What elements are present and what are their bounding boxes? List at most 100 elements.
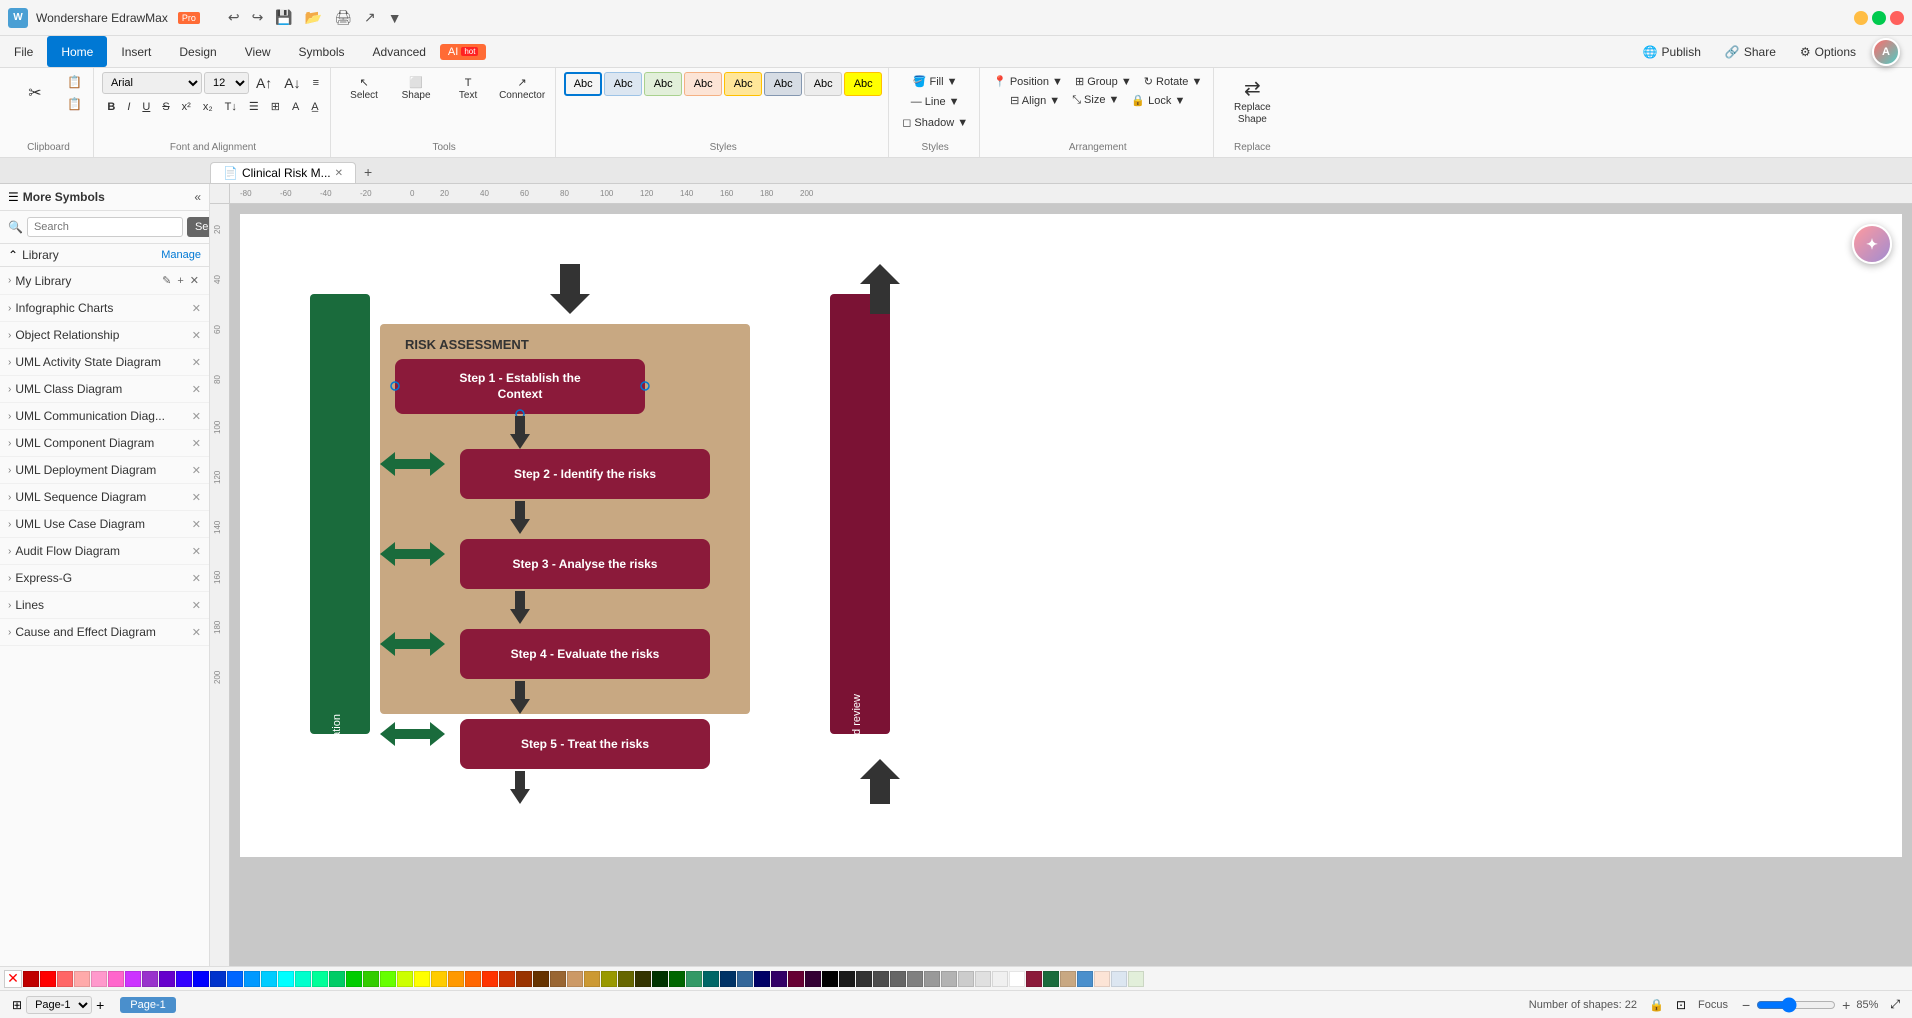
color-swatch[interactable]: [1077, 971, 1093, 987]
text-format-button[interactable]: T↓: [220, 98, 242, 116]
color-swatch[interactable]: [754, 971, 770, 987]
color-swatch[interactable]: [924, 971, 940, 987]
sidebar-item-close-0[interactable]: ✕: [192, 302, 201, 315]
sidebar-item-close-12[interactable]: ✕: [192, 626, 201, 639]
sidebar-item-close-9[interactable]: ✕: [192, 545, 201, 558]
sidebar-item-my-library[interactable]: › My Library ✎ + ✕: [0, 267, 209, 295]
menu-advanced[interactable]: Advanced: [359, 36, 440, 67]
color-swatch[interactable]: [618, 971, 634, 987]
color-swatch[interactable]: [329, 971, 345, 987]
my-library-add-button[interactable]: +: [175, 273, 185, 288]
minimize-button[interactable]: [1854, 11, 1868, 25]
style-swatch-4[interactable]: Abc: [684, 72, 722, 96]
sidebar-item-close-3[interactable]: ✕: [192, 383, 201, 396]
color-swatch[interactable]: [40, 971, 56, 987]
increase-font-button[interactable]: A↑: [251, 72, 277, 94]
open-button[interactable]: 📂: [301, 7, 326, 28]
menu-view[interactable]: View: [231, 36, 285, 67]
sidebar-item-close-2[interactable]: ✕: [192, 356, 201, 369]
color-swatch[interactable]: [737, 971, 753, 987]
menu-symbols[interactable]: Symbols: [285, 36, 359, 67]
options-button[interactable]: ⚙ Options: [1792, 42, 1864, 62]
sidebar-item-2[interactable]: › UML Activity State Diagram ✕: [0, 349, 209, 376]
color-swatch[interactable]: [142, 971, 158, 987]
sidebar-item-close-10[interactable]: ✕: [192, 572, 201, 585]
fullscreen-button[interactable]: ⤢: [1890, 997, 1900, 1012]
shadow-button[interactable]: ◻ Shadow ▼: [897, 113, 973, 132]
bold-button[interactable]: B: [102, 98, 120, 116]
color-swatch[interactable]: [91, 971, 107, 987]
indent-button[interactable]: ⊞: [266, 97, 285, 116]
position-button[interactable]: 📍 Position ▼: [988, 72, 1068, 91]
color-swatch[interactable]: [244, 971, 260, 987]
color-swatch[interactable]: [652, 971, 668, 987]
menu-design[interactable]: Design: [165, 36, 230, 67]
add-page-button[interactable]: +: [96, 997, 104, 1013]
color-swatch[interactable]: [159, 971, 175, 987]
sidebar-item-7[interactable]: › UML Sequence Diagram ✕: [0, 484, 209, 511]
subscript-button[interactable]: x₂: [198, 98, 218, 116]
italic-button[interactable]: I: [122, 98, 135, 116]
style-swatch-6[interactable]: Abc: [764, 72, 802, 96]
sidebar-item-3[interactable]: › UML Class Diagram ✕: [0, 376, 209, 403]
color-swatch[interactable]: [975, 971, 991, 987]
color-swatch[interactable]: [23, 971, 39, 987]
no-color-button[interactable]: ✕: [4, 970, 22, 988]
color-swatch[interactable]: [788, 971, 804, 987]
color-swatch[interactable]: [1128, 971, 1144, 987]
color-swatch[interactable]: [890, 971, 906, 987]
sidebar-item-close-1[interactable]: ✕: [192, 329, 201, 342]
sidebar-collapse-button[interactable]: «: [194, 190, 201, 204]
color-swatch[interactable]: [193, 971, 209, 987]
sidebar-item-close-4[interactable]: ✕: [192, 410, 201, 423]
color-swatch[interactable]: [907, 971, 923, 987]
shape-button[interactable]: ⬜ Shape: [391, 72, 441, 105]
search-input[interactable]: [27, 217, 183, 237]
save-button[interactable]: 💾: [271, 7, 296, 28]
color-swatch[interactable]: [57, 971, 73, 987]
sidebar-item-6[interactable]: › UML Deployment Diagram ✕: [0, 457, 209, 484]
font-color-button[interactable]: A: [287, 98, 304, 116]
share-menu-button[interactable]: 🔗 Share: [1717, 42, 1784, 62]
color-swatch[interactable]: [1026, 971, 1042, 987]
color-swatch[interactable]: [278, 971, 294, 987]
maximize-button[interactable]: [1872, 11, 1886, 25]
sidebar-item-9[interactable]: › Audit Flow Diagram ✕: [0, 538, 209, 565]
sidebar-item-10[interactable]: › Express-G ✕: [0, 565, 209, 592]
line-button[interactable]: — Line ▼: [897, 93, 973, 111]
color-swatch[interactable]: [958, 971, 974, 987]
share-button[interactable]: ↗: [360, 7, 380, 28]
color-swatch[interactable]: [992, 971, 1008, 987]
style-swatch-5[interactable]: Abc: [724, 72, 762, 96]
align-button[interactable]: ≡: [308, 74, 324, 92]
font-family-select[interactable]: Arial: [102, 72, 202, 94]
copy-button[interactable]: 📋: [62, 72, 87, 92]
sidebar-item-4[interactable]: › UML Communication Diag... ✕: [0, 403, 209, 430]
color-swatch[interactable]: [873, 971, 889, 987]
color-swatch[interactable]: [822, 971, 838, 987]
publish-button[interactable]: 🌐 Publish: [1635, 42, 1709, 62]
sidebar-item-5[interactable]: › UML Component Diagram ✕: [0, 430, 209, 457]
zoom-in-button[interactable]: +: [1840, 995, 1852, 1015]
color-swatch[interactable]: [1060, 971, 1076, 987]
select-button[interactable]: ↖ Select: [339, 72, 389, 105]
decrease-font-button[interactable]: A↓: [279, 72, 305, 94]
style-swatch-8[interactable]: Abc: [844, 72, 882, 96]
color-swatch[interactable]: [363, 971, 379, 987]
color-swatch[interactable]: [210, 971, 226, 987]
color-swatch[interactable]: [227, 971, 243, 987]
color-swatch[interactable]: [720, 971, 736, 987]
highlight-button[interactable]: A̲: [306, 98, 323, 116]
style-swatch-3[interactable]: Abc: [644, 72, 682, 96]
color-swatch[interactable]: [686, 971, 702, 987]
add-tab-button[interactable]: +: [356, 161, 380, 183]
menu-insert[interactable]: Insert: [107, 36, 165, 67]
grid-view-button[interactable]: ⊞: [12, 998, 22, 1012]
color-swatch[interactable]: [669, 971, 685, 987]
text-button[interactable]: T Text: [443, 73, 493, 105]
color-swatch[interactable]: [839, 971, 855, 987]
more-button[interactable]: ▼: [384, 7, 406, 28]
style-swatch-7[interactable]: Abc: [804, 72, 842, 96]
sidebar-item-close-8[interactable]: ✕: [192, 518, 201, 531]
color-swatch[interactable]: [397, 971, 413, 987]
